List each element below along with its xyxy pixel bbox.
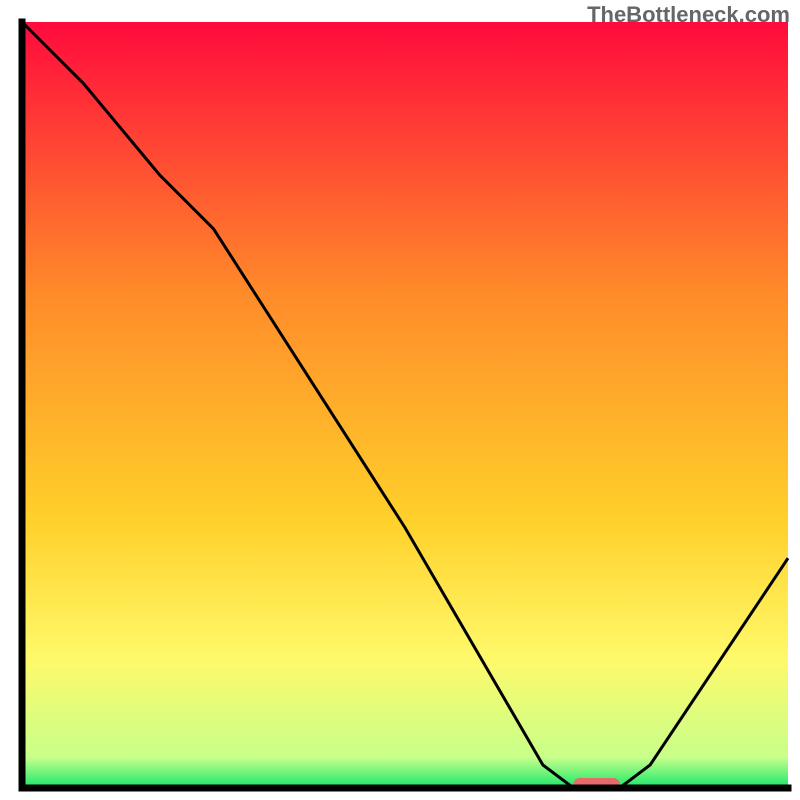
watermark-text: TheBottleneck.com [587, 2, 790, 28]
plot-background [22, 22, 788, 788]
chart-container: TheBottleneck.com [0, 0, 800, 800]
bottleneck-chart [0, 0, 800, 800]
